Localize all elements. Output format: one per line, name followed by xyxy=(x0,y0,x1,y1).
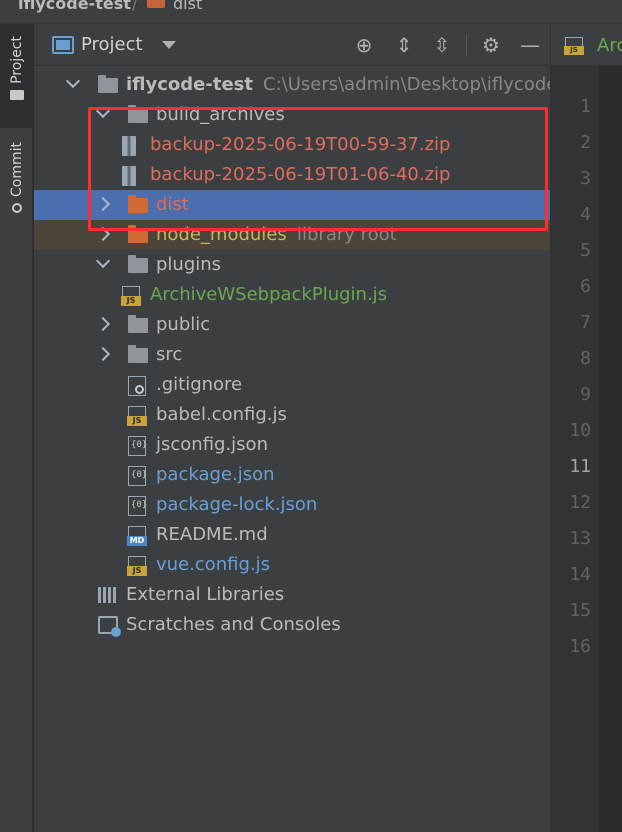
project-view-title[interactable]: Project xyxy=(81,34,143,55)
tree-item-label: .gitignore xyxy=(156,374,243,395)
folder-icon xyxy=(9,89,24,100)
tree-file[interactable]: {0} jsconfig.json xyxy=(34,430,550,460)
line-number: 8 xyxy=(580,348,591,369)
line-number: 3 xyxy=(580,168,591,189)
js-file-icon: JS xyxy=(127,556,147,576)
folder-icon xyxy=(128,345,148,363)
tree-folder[interactable]: public xyxy=(34,310,550,340)
tree-file[interactable]: .gitignore xyxy=(34,370,550,400)
gitignore-file-icon xyxy=(128,376,146,396)
tree-item-label: ArchiveWSebpackPlugin.js xyxy=(150,284,388,305)
js-file-icon: JS xyxy=(121,286,141,306)
tree-file[interactable]: MD README.md xyxy=(34,520,550,550)
toolbar-divider xyxy=(466,34,467,56)
editor-tab-label: Arc xyxy=(597,35,622,56)
minimize-icon[interactable]: — xyxy=(518,33,542,57)
js-file-icon: JS xyxy=(127,406,147,426)
locate-icon[interactable]: ⊕ xyxy=(352,33,376,57)
commit-icon xyxy=(11,203,22,213)
line-number: 16 xyxy=(569,636,591,657)
chevron-right-icon[interactable] xyxy=(95,346,111,362)
project-toolbar: Project ⊕ ⇕ ⇳ ⚙ — xyxy=(34,24,550,66)
tree-file[interactable]: JS ArchiveWSebpackPlugin.js xyxy=(34,280,550,310)
json-file-icon: {0} xyxy=(128,496,147,516)
json-file-icon: {0} xyxy=(128,436,147,456)
tree-file[interactable]: External Libraries xyxy=(34,580,550,610)
tab-project[interactable]: Project xyxy=(0,24,33,128)
line-number: 4 xyxy=(580,204,591,225)
scratch-icon xyxy=(98,616,121,637)
tree-file[interactable]: JS vue.config.js xyxy=(34,550,550,580)
tree-item-label: package-lock.json xyxy=(156,494,318,515)
highlight-annotation xyxy=(88,107,548,231)
tree-item-label: package.json xyxy=(156,464,275,485)
line-number: 10 xyxy=(569,420,591,441)
gear-icon[interactable]: ⚙ xyxy=(479,33,503,57)
tree-file[interactable]: {0} package-lock.json xyxy=(34,490,550,520)
markdown-file-icon: MD xyxy=(127,526,147,546)
project-panel: Project ⊕ ⇕ ⇳ ⚙ — iflycode-test C:\Users\… xyxy=(34,24,550,832)
line-number: 7 xyxy=(580,312,591,333)
tree-folder[interactable]: iflycode-test C:\Users\admin\Desktop\ifly… xyxy=(34,70,550,100)
breadcrumb: iflycode-test / dist xyxy=(0,0,622,24)
json-file-icon: {0} xyxy=(128,466,147,486)
folder-icon xyxy=(128,315,148,333)
tab-commit[interactable]: Commit xyxy=(0,142,33,234)
breadcrumb-separator: / xyxy=(132,0,138,13)
chevron-down-icon[interactable] xyxy=(162,41,176,49)
line-number: 13 xyxy=(569,528,591,549)
line-number: 5 xyxy=(580,240,591,261)
tree-item-label: README.md xyxy=(156,524,268,545)
tab-commit-label: Commit xyxy=(8,142,25,197)
line-number: 14 xyxy=(569,564,591,585)
editor-tab[interactable]: JS Arc xyxy=(551,24,622,66)
chevron-down-icon[interactable] xyxy=(65,73,81,89)
library-icon xyxy=(98,587,118,603)
tree-folder[interactable]: src xyxy=(34,340,550,370)
tree-file[interactable]: Scratches and Consoles xyxy=(34,610,550,640)
tree-file[interactable]: JS babel.config.js xyxy=(34,400,550,430)
tree-item-label: External Libraries xyxy=(126,584,285,605)
chevron-down-icon[interactable] xyxy=(95,253,111,269)
line-number-gutter: 1 2 3 4 5 6 7 8 9 10 11 12 13 14 15 16 xyxy=(551,66,599,832)
tree-item-label: vue.config.js xyxy=(156,554,271,575)
tree-item-label: iflycode-test xyxy=(126,74,253,95)
tree-item-label: babel.config.js xyxy=(156,404,287,425)
line-number: 1 xyxy=(580,96,591,117)
breadcrumb-child[interactable]: dist xyxy=(173,0,202,13)
line-number: 12 xyxy=(569,492,591,513)
expand-all-icon[interactable]: ⇕ xyxy=(392,33,416,57)
tree-item-label: src xyxy=(156,344,183,365)
tree-item-label: Scratches and Consoles xyxy=(126,614,341,635)
chevron-right-icon[interactable] xyxy=(95,316,111,332)
tree-file[interactable]: {0} package.json xyxy=(34,460,550,490)
tree-item-label: public xyxy=(156,314,211,335)
tree-item-label: jsconfig.json xyxy=(156,434,268,455)
line-number: 11 xyxy=(569,456,591,477)
line-number: 9 xyxy=(580,384,591,405)
tree-item-suffix: C:\Users\admin\Desktop\iflycode_test xyxy=(263,74,550,95)
editor-area: JS Arc 12345678910111213141516 xyxy=(550,24,622,832)
folder-icon xyxy=(98,75,118,93)
breadcrumb-root[interactable]: iflycode-test xyxy=(18,0,131,13)
collapse-all-icon[interactable]: ⇳ xyxy=(430,33,454,57)
tab-project-label: Project xyxy=(8,36,25,84)
line-number: 2 xyxy=(580,132,591,153)
tree-folder[interactable]: plugins xyxy=(34,250,550,280)
js-file-icon: JS xyxy=(564,37,584,55)
folder-icon xyxy=(147,0,165,8)
project-view-icon xyxy=(52,36,74,54)
tree-item-label: plugins xyxy=(156,254,222,275)
tool-window-stripe: Project Commit xyxy=(0,24,33,832)
folder-icon xyxy=(128,255,148,273)
line-number: 15 xyxy=(569,600,591,621)
line-number: 6 xyxy=(580,276,591,297)
